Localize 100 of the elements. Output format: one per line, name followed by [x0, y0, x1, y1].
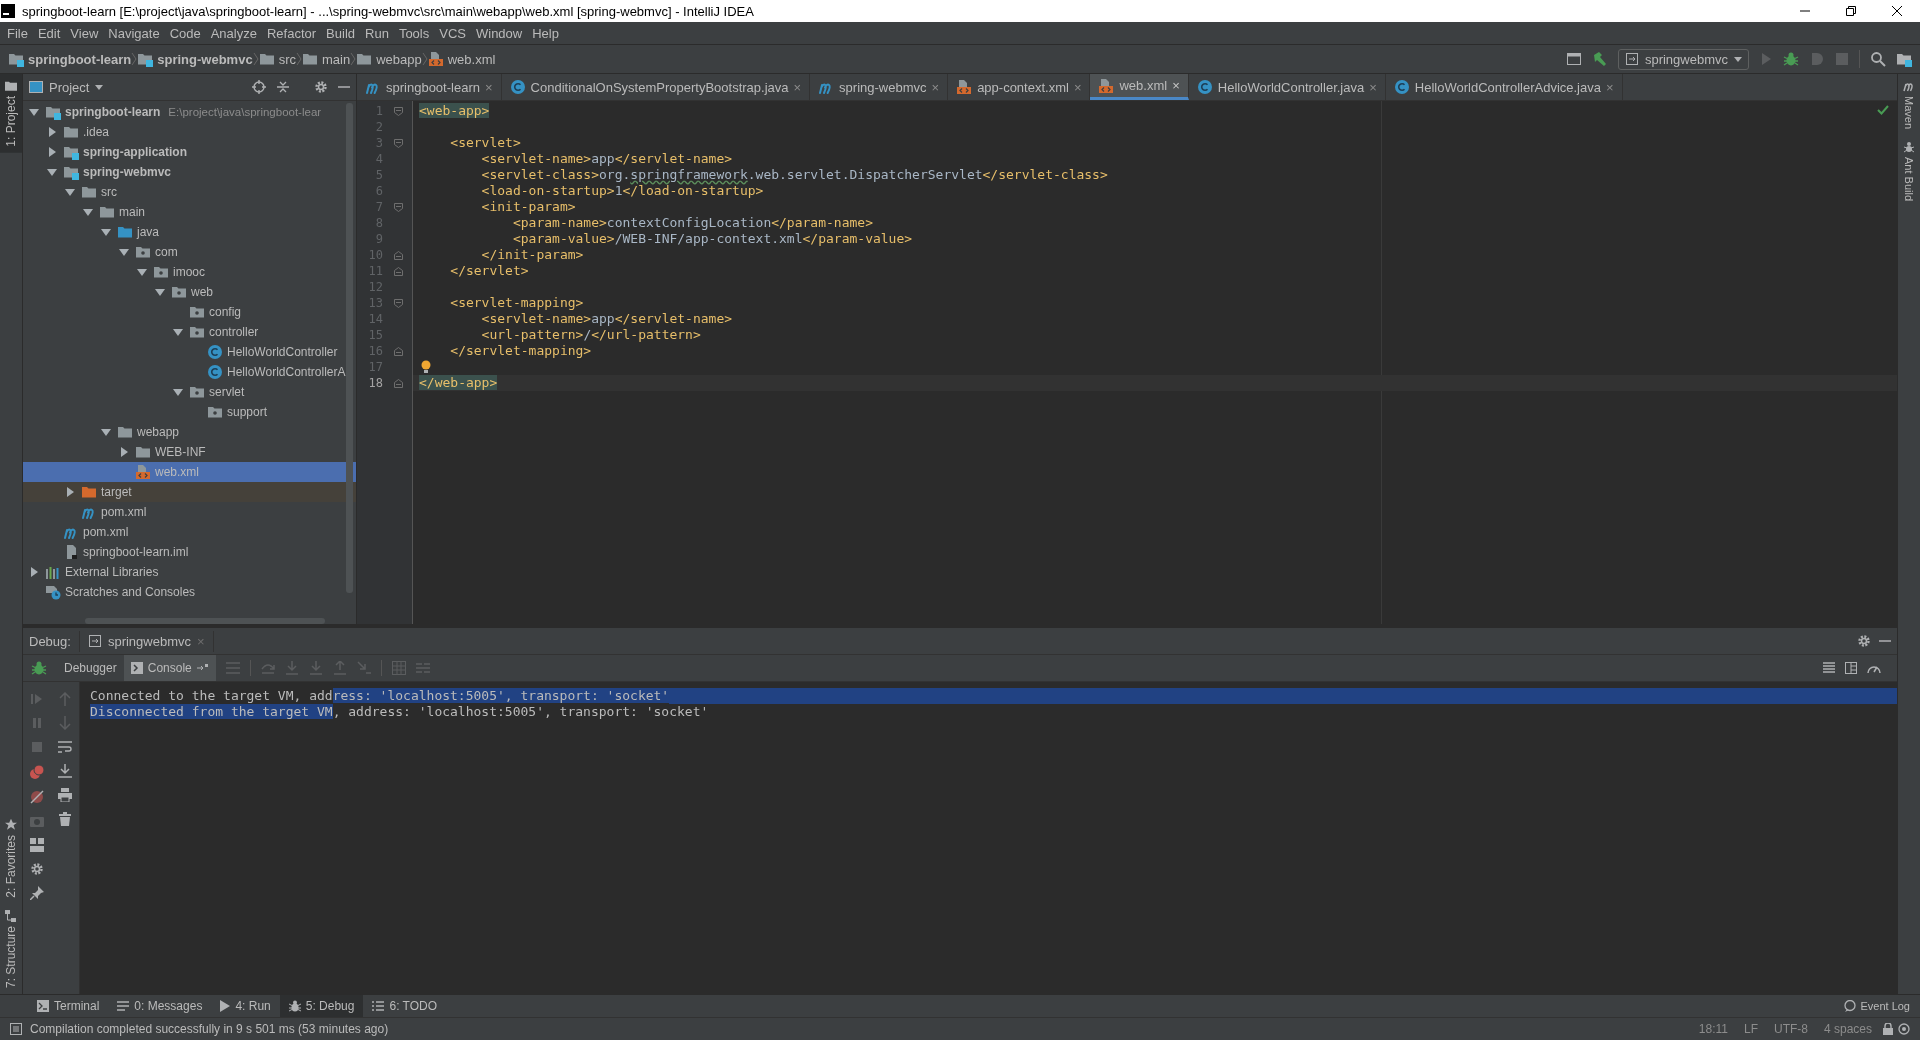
tree-item[interactable]: .idea [23, 122, 356, 142]
status-icon[interactable] [10, 1023, 22, 1035]
close-button[interactable]: × [793, 79, 802, 95]
settings-icon[interactable] [1857, 634, 1871, 648]
locate-icon[interactable] [252, 80, 266, 94]
close-button[interactable]: × [1605, 79, 1614, 95]
expanded-arrow-icon[interactable] [155, 287, 165, 297]
tree-item[interactable]: java [23, 222, 356, 242]
expanded-arrow-icon[interactable] [137, 267, 147, 277]
collapsed-arrow-icon[interactable] [65, 487, 75, 497]
expanded-arrow-icon[interactable] [101, 227, 111, 237]
window-icon[interactable] [1565, 51, 1582, 67]
tree-item[interactable]: servlet [23, 382, 356, 402]
editor-tab[interactable]: spring-webmvc × [810, 74, 949, 100]
inspector-icon[interactable] [1898, 1023, 1910, 1035]
scroll-to-end-icon[interactable] [58, 764, 72, 778]
expanded-arrow-icon[interactable] [173, 387, 183, 397]
tree-item[interactable]: imooc [23, 262, 356, 282]
tree-item[interactable]: spring-webmvc [23, 162, 356, 182]
editor-tab[interactable]: springboot-learn × [357, 74, 502, 100]
list-icon[interactable] [1823, 662, 1835, 674]
fold-marker-icon[interactable] [393, 250, 403, 260]
expanded-arrow-icon[interactable] [83, 207, 93, 217]
menu-item[interactable]: Edit [32, 25, 66, 41]
tree-item[interactable]: springboot-learn.iml [23, 542, 356, 562]
tree-item[interactable]: External Libraries [23, 562, 356, 582]
settings-icon[interactable] [314, 80, 328, 94]
trash-icon[interactable] [59, 812, 71, 826]
tree-item[interactable]: HelloWorldControllerA [23, 362, 356, 382]
tree-item[interactable]: WEB-INF [23, 442, 356, 462]
tool-window-button[interactable]: Terminal [28, 995, 109, 1017]
breadcrumb[interactable]: spring-webmvc [137, 51, 253, 67]
close-button[interactable]: × [1369, 79, 1377, 95]
collapsed-arrow-icon[interactable] [47, 127, 57, 137]
tree-item[interactable]: config [23, 302, 356, 322]
close-icon[interactable] [1891, 5, 1903, 17]
tree-item[interactable]: web [23, 282, 356, 302]
layout-icon[interactable] [30, 838, 44, 852]
fold-marker-icon[interactable] [393, 378, 403, 388]
tool-window-tab[interactable]: 7: Structure [0, 903, 22, 994]
menu-item[interactable]: Help [527, 25, 564, 41]
tool-window-button[interactable]: 5: Debug [279, 995, 364, 1017]
project-structure-icon[interactable] [1896, 51, 1912, 67]
editor-tab[interactable]: HelloWorldController.java × [1188, 74, 1386, 100]
status-item[interactable]: 4 spaces [1817, 1022, 1878, 1036]
tool-window-button[interactable]: 6: TODO [363, 995, 447, 1017]
layout-icon[interactable] [1845, 662, 1857, 674]
close-button[interactable]: × [931, 79, 940, 95]
lock-icon[interactable] [1882, 1023, 1894, 1035]
tool-window-button[interactable]: 0: Messages [108, 995, 212, 1017]
breadcrumb[interactable]: webapp [356, 51, 422, 67]
menu-item[interactable]: File [2, 25, 33, 41]
expanded-arrow-icon[interactable] [173, 327, 183, 337]
menu-item[interactable]: Build [321, 25, 360, 41]
fold-marker-icon[interactable] [393, 106, 403, 116]
tool-window-button[interactable]: 4: Run [211, 995, 280, 1017]
tree-item[interactable]: target [23, 482, 356, 502]
close-button[interactable]: × [1172, 78, 1180, 93]
close-button[interactable]: × [1073, 79, 1082, 95]
breadcrumb[interactable]: src [258, 51, 296, 67]
expanded-arrow-icon[interactable] [101, 427, 111, 437]
breakpoints-icon[interactable] [29, 764, 45, 780]
tree-item[interactable]: com [23, 242, 356, 262]
tool-window-tab[interactable]: Ant Build [1898, 135, 1920, 208]
expanded-arrow-icon[interactable] [65, 187, 75, 197]
breadcrumb[interactable]: web.xml [427, 51, 496, 67]
expanded-arrow-icon[interactable] [47, 167, 57, 177]
expanded-arrow-icon[interactable] [119, 247, 129, 257]
debug-tab[interactable]: Debugger [57, 655, 124, 681]
tree-item[interactable]: webapp [23, 422, 356, 442]
tool-window-tab[interactable]: Maven [1898, 74, 1920, 136]
mute-breakpoints-icon[interactable] [30, 790, 44, 804]
menu-item[interactable]: Navigate [103, 25, 165, 41]
scrollbar[interactable] [346, 103, 353, 593]
tree-item[interactable]: spring-application [23, 142, 356, 162]
tree-item[interactable]: Scratches and Consoles [23, 582, 356, 602]
expanded-arrow-icon[interactable] [29, 107, 39, 117]
pin-icon[interactable] [30, 886, 44, 900]
status-item[interactable]: LF [1737, 1022, 1764, 1036]
menu-item[interactable]: View [65, 25, 104, 41]
search-icon[interactable] [1870, 51, 1886, 67]
run-config-dropdown[interactable]: springwebmvc [1617, 48, 1749, 70]
tree-item[interactable]: pom.xml [23, 522, 356, 542]
collapsed-arrow-icon[interactable] [119, 447, 129, 457]
status-item[interactable]: 18:11 [1692, 1022, 1734, 1036]
menu-item[interactable]: Tools [393, 25, 435, 41]
menu-item[interactable]: Refactor [261, 25, 322, 41]
tool-window-tab[interactable]: 1: Project [0, 74, 22, 153]
restore-layout-icon[interactable] [196, 663, 209, 673]
menu-item[interactable]: Run [360, 25, 394, 41]
menu-item[interactable]: Code [164, 25, 206, 41]
breadcrumb[interactable]: main [302, 51, 351, 67]
tool-window-tab[interactable]: 2: Favorites [0, 813, 22, 904]
print-icon[interactable] [58, 788, 72, 802]
tree-item[interactable]: src [23, 182, 356, 202]
close-button[interactable]: × [484, 79, 493, 95]
settings-icon[interactable] [30, 862, 44, 876]
editor-tab[interactable]: ConditionalOnSystemPropertyBootstrap.java × [501, 74, 811, 100]
breadcrumb[interactable]: springboot-learn [8, 51, 132, 67]
menu-item[interactable]: VCS [434, 25, 471, 41]
